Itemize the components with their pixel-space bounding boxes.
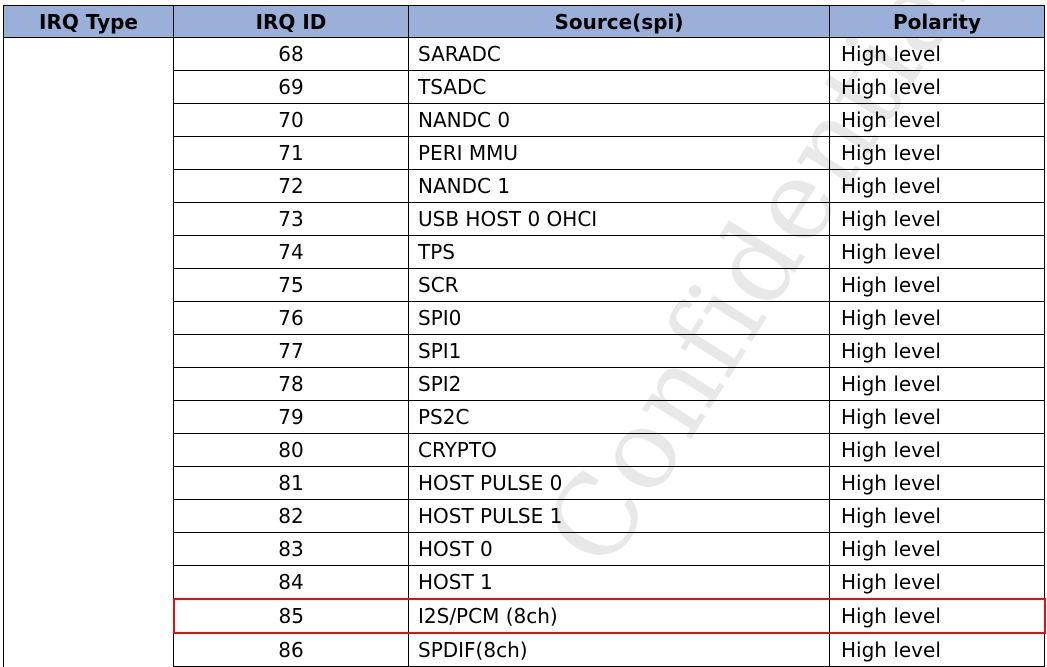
source-cell: USB HOST 0 OHCI bbox=[408, 202, 830, 236]
source-cell: HOST 0 bbox=[408, 532, 830, 566]
irq-id-cell: 68 bbox=[173, 37, 409, 71]
irq-id-cell: 83 bbox=[173, 532, 409, 566]
irq-id-cell: 69 bbox=[173, 70, 409, 104]
header-source: Source(spi) bbox=[408, 5, 830, 38]
irq-id-cell: 70 bbox=[173, 103, 409, 137]
polarity-cell: High level bbox=[829, 37, 1045, 71]
source-cell: PS2C bbox=[408, 400, 830, 434]
irq-id-cell: 77 bbox=[173, 334, 409, 368]
polarity-cell: High level bbox=[829, 334, 1045, 368]
irq-id-cell: 73 bbox=[173, 202, 409, 236]
source-cell: TSADC bbox=[408, 70, 830, 104]
polarity-cell: High level bbox=[829, 532, 1045, 566]
irq-id-cell: 78 bbox=[173, 367, 409, 401]
irq-id-cell: 86 bbox=[173, 632, 409, 667]
polarity-cell: High level bbox=[829, 367, 1045, 401]
irq-id-cell: 82 bbox=[173, 499, 409, 533]
table-header-row: IRQ Type IRQ ID Source(spi) Polarity bbox=[3, 5, 1045, 38]
source-cell: SARADC bbox=[408, 37, 830, 71]
header-irq-id: IRQ ID bbox=[173, 5, 409, 38]
source-cell: PERI MMU bbox=[408, 136, 830, 170]
irq-id-cell: 85 bbox=[172, 598, 409, 634]
polarity-cell: High level bbox=[829, 632, 1045, 667]
polarity-cell: High level bbox=[829, 169, 1045, 203]
source-cell: HOST PULSE 1 bbox=[408, 499, 830, 533]
irq-id-cell: 84 bbox=[173, 565, 409, 600]
source-cell: SPI0 bbox=[408, 301, 830, 335]
source-cell: NANDC 0 bbox=[408, 103, 830, 137]
table-body: 68 SARADC High level 69 TSADC High level 70 NAN… bbox=[3, 37, 1046, 667]
irq-table: IRQ Type IRQ ID Source(spi) Polarity 68 S… bbox=[3, 5, 1046, 667]
polarity-cell: High level bbox=[829, 202, 1045, 236]
polarity-cell: High level bbox=[829, 565, 1045, 600]
irq-type-cell bbox=[3, 37, 174, 667]
source-cell: SPI1 bbox=[408, 334, 830, 368]
polarity-cell: High level bbox=[829, 70, 1045, 104]
irq-id-cell: 74 bbox=[173, 235, 409, 269]
irq-id-cell: 75 bbox=[173, 268, 409, 302]
irq-id-cell: 79 bbox=[173, 400, 409, 434]
source-cell: HOST 1 bbox=[408, 565, 830, 600]
polarity-cell: High level bbox=[829, 598, 1046, 634]
source-cell: CRYPTO bbox=[408, 433, 830, 467]
polarity-cell: High level bbox=[829, 499, 1045, 533]
source-cell: SPDIF(8ch) bbox=[408, 632, 830, 667]
source-cell: I2S/PCM (8ch) bbox=[408, 598, 830, 634]
irq-id-cell: 71 bbox=[173, 136, 409, 170]
polarity-cell: High level bbox=[829, 103, 1045, 137]
polarity-cell: High level bbox=[829, 433, 1045, 467]
source-cell: HOST PULSE 0 bbox=[408, 466, 830, 500]
source-cell: NANDC 1 bbox=[408, 169, 830, 203]
polarity-cell: High level bbox=[829, 400, 1045, 434]
polarity-cell: High level bbox=[829, 268, 1045, 302]
irq-id-cell: 81 bbox=[173, 466, 409, 500]
header-irq-type: IRQ Type bbox=[3, 5, 174, 38]
header-polarity: Polarity bbox=[829, 5, 1045, 38]
source-cell: TPS bbox=[408, 235, 830, 269]
source-cell: SCR bbox=[408, 268, 830, 302]
table-row: 68 SARADC High level bbox=[3, 37, 1045, 667]
polarity-cell: High level bbox=[829, 466, 1045, 500]
source-cell: SPI2 bbox=[408, 367, 830, 401]
irq-id-cell: 72 bbox=[173, 169, 409, 203]
irq-id-cell: 80 bbox=[173, 433, 409, 467]
polarity-cell: High level bbox=[829, 136, 1045, 170]
polarity-cell: High level bbox=[829, 301, 1045, 335]
irq-id-cell: 76 bbox=[173, 301, 409, 335]
polarity-cell: High level bbox=[829, 235, 1045, 269]
